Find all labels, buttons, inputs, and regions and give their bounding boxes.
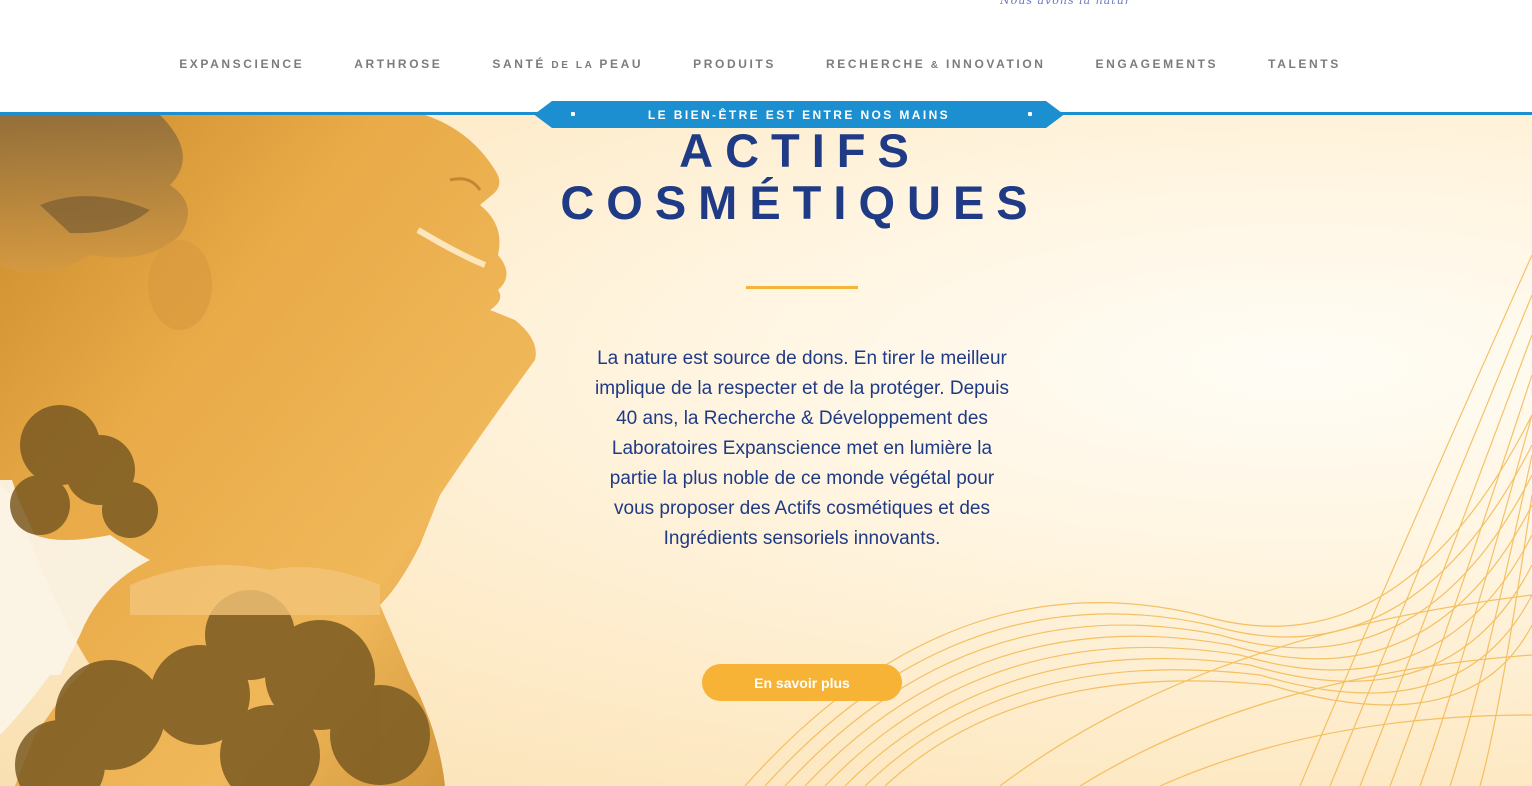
ear-shape xyxy=(148,240,212,330)
nav-item-label-part: SANTÉ xyxy=(492,57,547,71)
title-line-2: COSMÉTIQUES xyxy=(560,176,1040,229)
top-navigation: Nous avons la nature en héritage EXPANSC… xyxy=(0,0,1532,113)
nav-item-expanscience[interactable]: EXPANSCIENCE xyxy=(154,57,329,71)
nav-item-recherche-innovation[interactable]: RECHERCHE & INNOVATION xyxy=(801,57,1071,71)
hero-section: ACTIFS COSMÉTIQUES La nature est source … xyxy=(0,115,1532,786)
nav-item-label-part: & xyxy=(925,60,946,71)
en-savoir-plus-button[interactable]: En savoir plus xyxy=(702,664,902,701)
page-title: ACTIFS COSMÉTIQUES xyxy=(500,125,1100,229)
nav-item-sante-de-la-peau[interactable]: SANTÉ DE LA PEAU xyxy=(467,57,668,71)
title-underline xyxy=(746,286,858,289)
nav-item-label-part: DE LA xyxy=(546,60,600,71)
nav-item-label-part: PEAU xyxy=(599,57,644,71)
logo-tagline[interactable]: Nous avons la nature en héritage xyxy=(1000,0,1130,8)
title-line-1: ACTIFS xyxy=(679,124,921,177)
nav-item-engagements[interactable]: ENGAGEMENTS xyxy=(1071,57,1244,71)
tagline-banner: LE BIEN-ÊTRE EST ENTRE NOS MAINS xyxy=(534,101,1064,128)
nav-item-label-part: RECHERCHE xyxy=(825,57,926,71)
nav-item-arthrose[interactable]: ARTHROSE xyxy=(329,57,467,71)
main-menu: EXPANSCIENCE ARTHROSE SANTÉ DE LA PEAU P… xyxy=(0,57,1532,71)
hero-description: La nature est source de dons. En tirer l… xyxy=(594,348,1010,549)
nav-item-label-part: INNOVATION xyxy=(945,57,1046,71)
nav-item-talents[interactable]: TALENTS xyxy=(1243,57,1366,71)
banner-text: LE BIEN-ÊTRE EST ENTRE NOS MAINS xyxy=(647,107,951,122)
nav-item-produits[interactable]: PRODUITS xyxy=(668,57,801,71)
